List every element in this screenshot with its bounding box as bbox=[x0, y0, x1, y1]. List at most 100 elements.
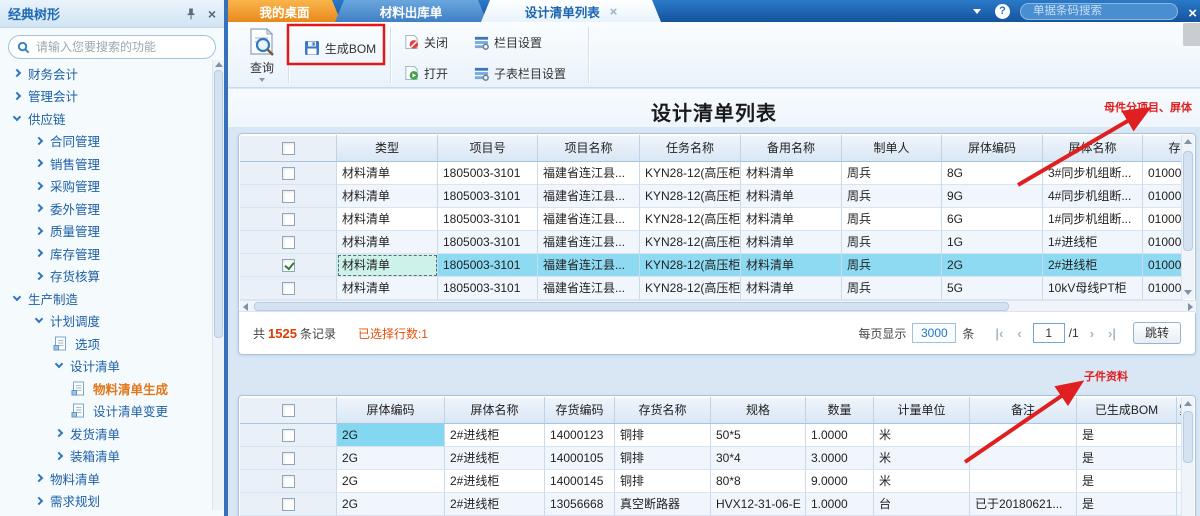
tree-item-label[interactable]: 库存管理 bbox=[50, 244, 100, 263]
cell[interactable]: 5G bbox=[942, 277, 1043, 300]
cell[interactable]: 1.0000 bbox=[806, 424, 874, 447]
column-header[interactable]: 备注 bbox=[970, 397, 1077, 424]
row-select-cell[interactable] bbox=[240, 470, 337, 493]
tree-item-label[interactable]: 存货核算 bbox=[50, 266, 100, 285]
row-checkbox[interactable] bbox=[282, 213, 295, 226]
cell[interactable]: 1805003-3101 bbox=[438, 162, 538, 185]
cell[interactable]: 铜排 bbox=[615, 424, 711, 447]
cell[interactable]: 福建省连江县... bbox=[538, 254, 640, 277]
cell[interactable]: 010008 bbox=[1143, 277, 1183, 300]
sidebar-close-icon[interactable]: × bbox=[208, 7, 216, 21]
cell[interactable]: 13056668 bbox=[545, 493, 615, 516]
column-header[interactable]: 屏体名称 bbox=[445, 397, 545, 424]
tree-item-label[interactable]: 计划调度 bbox=[50, 311, 100, 330]
cell[interactable]: KYN28-12(高压柜) bbox=[640, 231, 741, 254]
barcode-search[interactable] bbox=[1020, 3, 1178, 20]
cell[interactable]: 福建省连江县... bbox=[538, 162, 640, 185]
row-checkbox[interactable] bbox=[282, 282, 295, 295]
row-checkbox[interactable] bbox=[282, 475, 295, 488]
per-page-input[interactable] bbox=[912, 323, 956, 343]
cell[interactable] bbox=[970, 470, 1077, 493]
cell[interactable]: 80*8 bbox=[711, 470, 806, 493]
vertical-scrollbar[interactable] bbox=[1181, 397, 1194, 516]
column-settings-button[interactable]: 栏目设置 bbox=[470, 30, 588, 54]
cell[interactable]: 2#进线柜 bbox=[445, 493, 545, 516]
cell[interactable]: KYN28-12(高压柜) bbox=[640, 254, 741, 277]
cell[interactable]: 14000123 bbox=[545, 424, 615, 447]
sidebar-search[interactable] bbox=[8, 35, 216, 59]
select-all-header[interactable] bbox=[240, 135, 337, 162]
open-button[interactable]: 打开 bbox=[400, 61, 470, 85]
cell[interactable]: 2#进线柜 bbox=[445, 424, 545, 447]
cell[interactable]: 010008 bbox=[1143, 162, 1183, 185]
cell[interactable] bbox=[970, 447, 1077, 470]
tree-item[interactable]: 存货核算 bbox=[0, 265, 210, 288]
cell[interactable]: 2G bbox=[337, 424, 445, 447]
chevron-right-icon[interactable] bbox=[13, 92, 21, 100]
tree-item[interactable]: 供应链 bbox=[0, 107, 210, 130]
column-header[interactable]: 规格 bbox=[711, 397, 806, 424]
chevron-down-icon[interactable] bbox=[13, 293, 21, 301]
cell[interactable] bbox=[970, 424, 1077, 447]
cell[interactable]: 米 bbox=[874, 470, 970, 493]
cell[interactable]: 2#进线柜 bbox=[445, 470, 545, 493]
tree-item[interactable]: 设计清单 bbox=[0, 355, 210, 378]
cell[interactable]: 材料清单 bbox=[741, 231, 842, 254]
close-button[interactable]: 关闭 bbox=[400, 30, 470, 54]
cell[interactable]: 30*4 bbox=[711, 447, 806, 470]
row-select-cell[interactable] bbox=[240, 231, 337, 254]
table-row[interactable]: 材料清单1805003-3101福建省连江县...KYN28-12(高压柜)材料… bbox=[240, 277, 1183, 300]
cell[interactable]: 是 bbox=[1077, 424, 1177, 447]
tree-item-label[interactable]: 设计清单变更 bbox=[93, 401, 168, 420]
scroll-down-icon[interactable] bbox=[1184, 290, 1192, 295]
cell[interactable]: 是 bbox=[1077, 470, 1177, 493]
cell[interactable]: 已于20180621... bbox=[970, 493, 1077, 516]
query-button[interactable]: 查询 bbox=[236, 22, 288, 82]
cell[interactable]: 周兵 bbox=[842, 185, 942, 208]
cell[interactable]: KYN28-12(高压柜) bbox=[640, 208, 741, 231]
column-header[interactable]: 类型 bbox=[337, 135, 438, 162]
cell[interactable]: 米 bbox=[874, 447, 970, 470]
tree-item[interactable]: 物料清单 bbox=[0, 467, 210, 490]
table-row[interactable]: 材料清单1805003-3101福建省连江县...KYN28-12(高压柜)材料… bbox=[240, 254, 1183, 277]
chevron-right-icon[interactable] bbox=[55, 452, 63, 460]
pin-icon[interactable] bbox=[184, 7, 198, 21]
cell[interactable]: 14000145 bbox=[545, 470, 615, 493]
row-checkbox[interactable] bbox=[282, 236, 295, 249]
cell[interactable]: 台 bbox=[874, 493, 970, 516]
tree-item[interactable]: 计划调度 bbox=[0, 310, 210, 333]
tree-item[interactable]: 销售管理 bbox=[0, 152, 210, 175]
row-select-cell[interactable] bbox=[240, 277, 337, 300]
help-icon[interactable]: ? bbox=[995, 4, 1010, 19]
tree-item[interactable]: 管理会计 bbox=[0, 85, 210, 108]
cell[interactable]: 2G bbox=[337, 447, 445, 470]
cell[interactable]: 2#进线柜 bbox=[445, 447, 545, 470]
table-row[interactable]: 2G2#进线柜13056668真空断路器HVX12-31-06-E1.0000台… bbox=[240, 493, 1183, 516]
cell[interactable]: 材料清单 bbox=[337, 231, 438, 254]
cell[interactable]: 2G bbox=[942, 254, 1043, 277]
tree-item-label[interactable]: 委外管理 bbox=[50, 199, 100, 218]
cell[interactable]: 铜排 bbox=[615, 470, 711, 493]
row-select-cell[interactable] bbox=[240, 493, 337, 516]
chevron-right-icon[interactable] bbox=[35, 227, 43, 235]
chevron-right-icon[interactable] bbox=[35, 159, 43, 167]
cell[interactable]: KYN28-12(高压柜) bbox=[640, 162, 741, 185]
cell[interactable]: 是 bbox=[1077, 493, 1177, 516]
scrollbar-thumb[interactable] bbox=[254, 302, 1009, 311]
cell[interactable]: 3.0000 bbox=[806, 447, 874, 470]
tree-item[interactable]: 物料清单生成 bbox=[0, 377, 210, 400]
last-page-button[interactable]: ›| bbox=[1101, 326, 1123, 341]
tree-item-label[interactable]: 生产制造 bbox=[28, 289, 78, 308]
cell[interactable]: 1.0000 bbox=[806, 493, 874, 516]
row-select-cell[interactable] bbox=[240, 254, 337, 277]
select-all-checkbox[interactable] bbox=[282, 142, 295, 155]
cell[interactable]: 1805003-3101 bbox=[438, 277, 538, 300]
cell[interactable]: 50*5 bbox=[711, 424, 806, 447]
tree-item-label[interactable]: 管理会计 bbox=[28, 86, 78, 105]
chevron-right-icon[interactable] bbox=[35, 204, 43, 212]
table-row[interactable]: 材料清单1805003-3101福建省连江县...KYN28-12(高压柜)材料… bbox=[240, 231, 1183, 254]
tree-item-label[interactable]: 设计清单 bbox=[70, 356, 120, 375]
tree-item[interactable]: 选项 bbox=[0, 332, 210, 355]
scroll-right-icon[interactable] bbox=[1188, 303, 1193, 311]
tree-item-label[interactable]: 合同管理 bbox=[50, 131, 100, 150]
